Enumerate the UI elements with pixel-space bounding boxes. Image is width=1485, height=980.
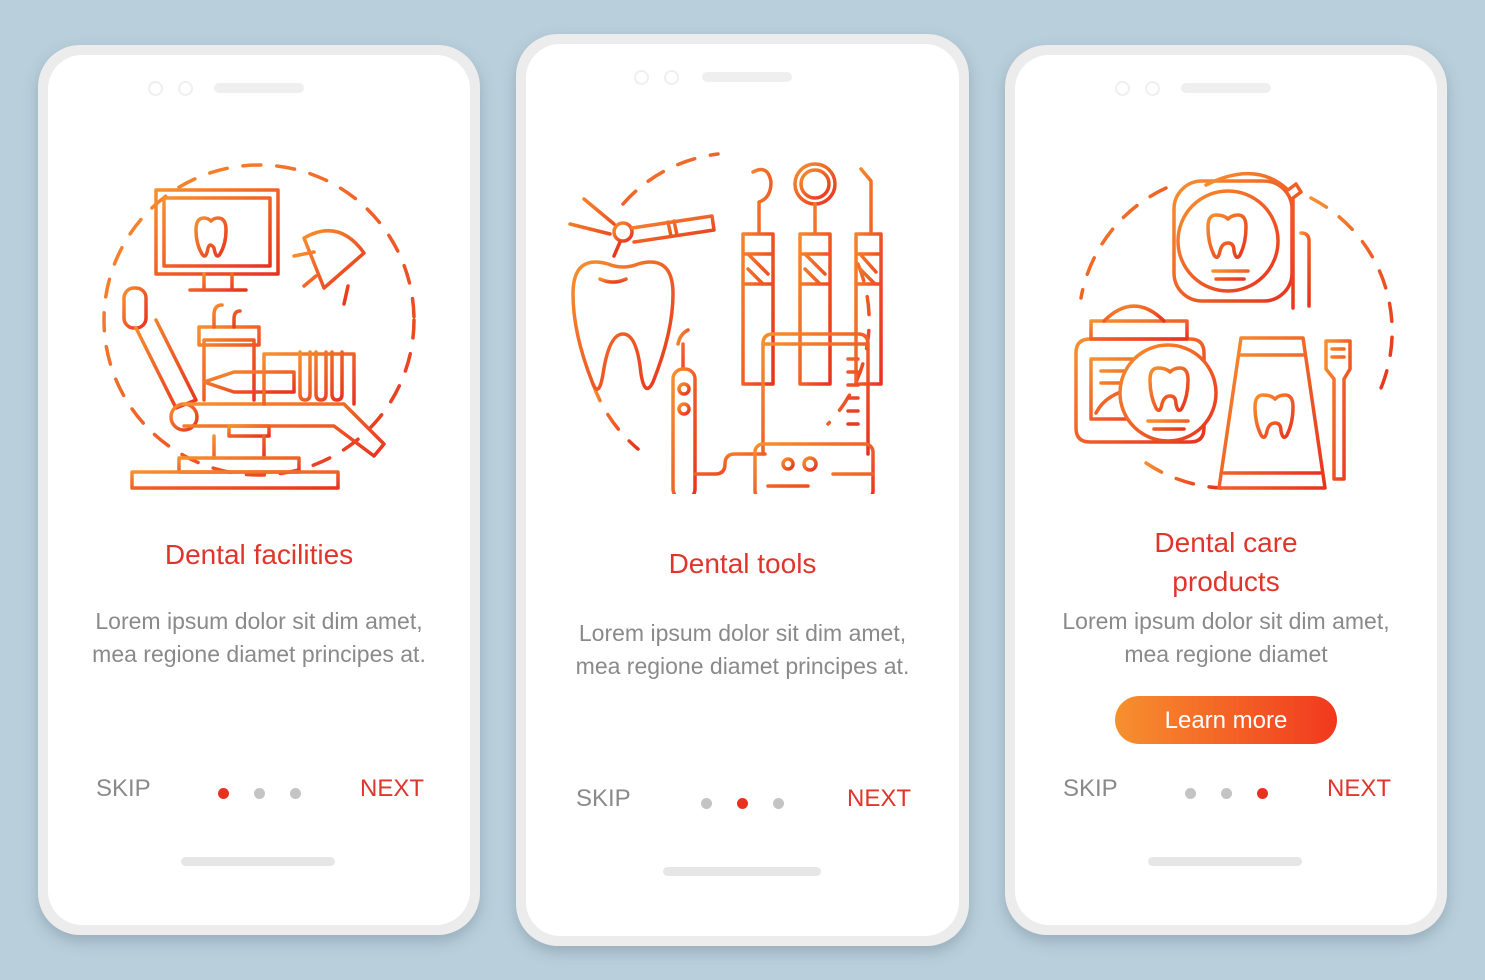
page-dot[interactable] [773,798,784,809]
onboarding-screen-facilities: Dental facilities Lorem ipsum dolor sit … [48,55,470,925]
page-dot[interactable] [701,798,712,809]
sensor-icon [178,81,193,96]
speaker-grille [702,72,792,82]
onboarding-navigation: SKIP NEXT [48,775,470,809]
next-button[interactable]: NEXT [1327,775,1391,803]
speaker-grille [1181,83,1271,93]
onboarding-screen-tools: Dental tools Lorem ipsum dolor sit dim a… [526,44,959,936]
page-dot-active[interactable] [1257,788,1268,799]
onboarding-screen-products: Dental care products Lorem ipsum dolor s… [1015,55,1437,925]
sensor-icon [664,70,679,85]
screen-title: Dental care products [1154,527,1298,597]
phone-screen-2: Dental tools Lorem ipsum dolor sit dim a… [516,34,969,946]
screen-description: Lorem ipsum dolor sit dim amet, mea regi… [92,608,426,667]
skip-button[interactable]: SKIP [96,775,151,803]
dental-tools-icon [526,144,959,494]
page-dot-active[interactable] [737,798,748,809]
page-indicator [1185,786,1293,804]
sensor-icon [1145,81,1160,96]
speaker-grille [214,83,304,93]
next-button[interactable]: NEXT [360,775,424,803]
page-dot[interactable] [1221,788,1232,799]
phone-notch [1015,77,1437,97]
home-indicator[interactable] [1148,857,1302,866]
phone-screen-1: Dental facilities Lorem ipsum dolor sit … [38,45,480,935]
screen-title: Dental facilities [164,539,354,570]
page-dot[interactable] [1185,788,1196,799]
home-indicator[interactable] [663,867,821,876]
camera-icon [1115,81,1130,96]
screen-description: Lorem ipsum dolor sit dim amet, mea regi… [575,620,910,679]
screen-description: Lorem ipsum dolor sit dim amet, mea regi… [1062,608,1390,667]
home-indicator[interactable] [181,857,335,866]
phone-screen-3: Dental care products Lorem ipsum dolor s… [1005,45,1447,935]
page-dot-active[interactable] [218,788,229,799]
dental-care-products-icon [1015,163,1437,493]
camera-icon [148,81,163,96]
page-dot[interactable] [290,788,301,799]
dental-chair-facility-icon [48,160,470,500]
camera-icon [634,70,649,85]
learn-more-button[interactable]: Learn more [1115,696,1337,744]
skip-button[interactable]: SKIP [576,785,631,813]
next-button[interactable]: NEXT [847,785,911,813]
phone-notch [526,66,959,86]
onboarding-navigation: SKIP NEXT [526,785,959,819]
onboarding-navigation: SKIP NEXT [1015,775,1437,809]
skip-button[interactable]: SKIP [1063,775,1118,803]
page-dot[interactable] [254,788,265,799]
phone-notch [48,77,470,97]
screen-title: Dental tools [668,548,817,579]
page-indicator [701,796,809,814]
page-indicator [218,786,326,804]
